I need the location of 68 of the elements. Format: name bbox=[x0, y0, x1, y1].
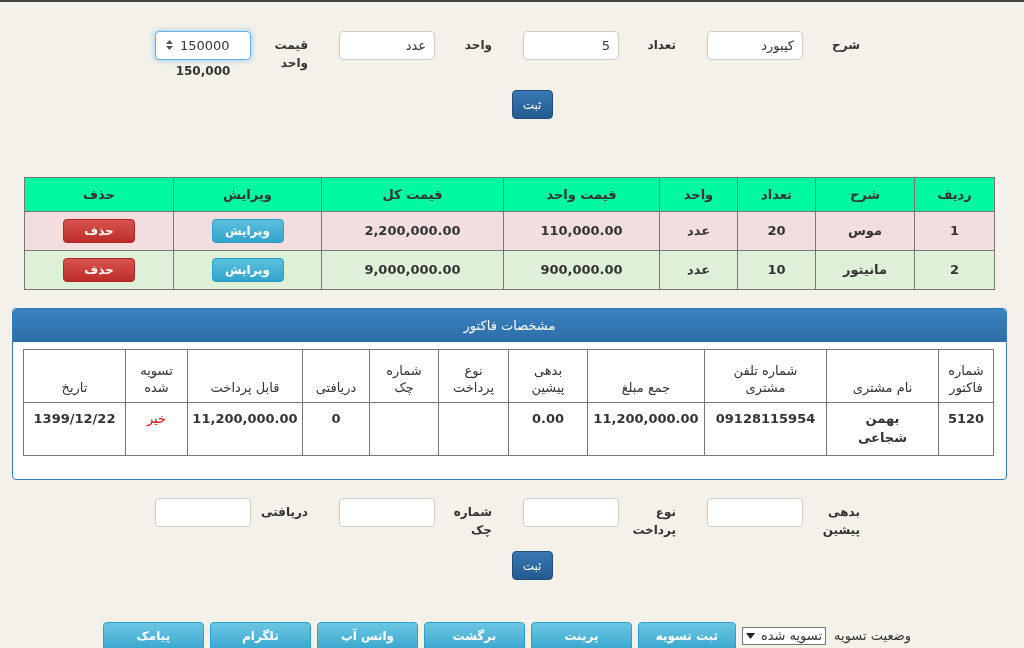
field-label: قیمت واحد bbox=[273, 37, 309, 72]
table-cell: 900,000.00 bbox=[503, 250, 660, 290]
input-field[interactable] bbox=[339, 498, 435, 527]
column-header: بدهی پیشین bbox=[508, 349, 588, 403]
column-header: دریافتی bbox=[302, 349, 370, 403]
field-label: تعداد bbox=[646, 37, 677, 54]
field-label: بدهی پیشین bbox=[821, 504, 861, 539]
input-field[interactable] bbox=[155, 498, 251, 527]
panel-title: مشخصات فاکتور bbox=[463, 316, 556, 336]
table-cell: خیر bbox=[146, 411, 167, 426]
table-cell: مانیتور bbox=[815, 250, 915, 290]
column-header: تاریخ bbox=[23, 349, 126, 403]
column-header: شرح bbox=[815, 177, 915, 212]
input-field[interactable]: 5 bbox=[523, 31, 619, 60]
table-cell: عدد bbox=[659, 211, 738, 251]
field-label: واحد bbox=[463, 37, 493, 54]
field-label: شرح bbox=[831, 37, 861, 54]
table-cell: 1 bbox=[914, 211, 995, 251]
table-cell: موس bbox=[815, 211, 915, 251]
delete-button[interactable]: حذف bbox=[63, 258, 135, 282]
table-cell: 0 bbox=[331, 411, 341, 426]
table-cell: 20 bbox=[737, 211, 816, 251]
table-cell: 2 bbox=[914, 250, 995, 290]
number-field[interactable]: 150000 bbox=[155, 31, 251, 60]
status-dropdown[interactable]: تسویه شده bbox=[741, 626, 827, 645]
column-header: شماره تلفن مشتری bbox=[704, 349, 827, 403]
column-header: جمع مبلغ bbox=[587, 349, 705, 403]
edit-button[interactable]: ویرایش bbox=[211, 219, 284, 243]
spinner-icon[interactable] bbox=[165, 39, 174, 51]
table-cell: 9,000,000.00 bbox=[321, 250, 504, 290]
delete-button[interactable]: حذف bbox=[63, 219, 135, 243]
column-header: نوع پرداخت bbox=[438, 349, 509, 403]
edit-button[interactable]: ویرایش bbox=[211, 258, 284, 282]
table-cell: بهمن شجاعی bbox=[857, 411, 908, 445]
formatted-value: 150,000 bbox=[175, 63, 231, 80]
field-label: شماره چک bbox=[452, 504, 493, 539]
field-label: نوع پرداخت bbox=[631, 504, 677, 539]
input-field[interactable]: کیبورد bbox=[707, 31, 803, 60]
table-cell: 1399/12/22 bbox=[33, 411, 116, 426]
input-field[interactable] bbox=[707, 498, 803, 527]
column-header: واحد bbox=[659, 177, 738, 212]
column-header: حذف bbox=[24, 177, 174, 212]
table-cell: 11,200,000.00 bbox=[593, 411, 699, 426]
field-label: دریافتی bbox=[260, 504, 309, 521]
column-header: قابل پرداخت bbox=[187, 349, 303, 403]
column-header: قیمت واحد bbox=[503, 177, 660, 212]
table-cell: 0.00 bbox=[531, 411, 565, 426]
caret-icon bbox=[745, 632, 755, 639]
status-label: وضعیت تسویه bbox=[834, 626, 911, 646]
input-field[interactable] bbox=[523, 498, 619, 527]
column-header: ردیف bbox=[914, 177, 995, 212]
column-header: شماره فاکتور bbox=[938, 349, 994, 403]
column-header: تسویه شده bbox=[125, 349, 188, 403]
table-cell: 110,000.00 bbox=[503, 211, 660, 251]
column-header: نام مشتری bbox=[826, 349, 939, 403]
table-cell: 10 bbox=[737, 250, 816, 290]
column-header: قیمت کل bbox=[321, 177, 504, 212]
table-cell: 2,200,000.00 bbox=[321, 211, 504, 251]
column-header: ویرایش bbox=[173, 177, 322, 212]
submit-button[interactable]: ثبت bbox=[511, 551, 553, 580]
column-header: تعداد bbox=[737, 177, 816, 212]
submit-button[interactable]: ثبت bbox=[511, 90, 553, 119]
table-cell: 09128115954 bbox=[715, 411, 816, 426]
table-cell: 5120 bbox=[947, 411, 985, 426]
table-cell: 11,200,000.00 bbox=[192, 411, 298, 426]
column-header: شماره چک bbox=[369, 349, 439, 403]
input-field[interactable]: عدد bbox=[339, 31, 435, 60]
table-cell: عدد bbox=[659, 250, 738, 290]
